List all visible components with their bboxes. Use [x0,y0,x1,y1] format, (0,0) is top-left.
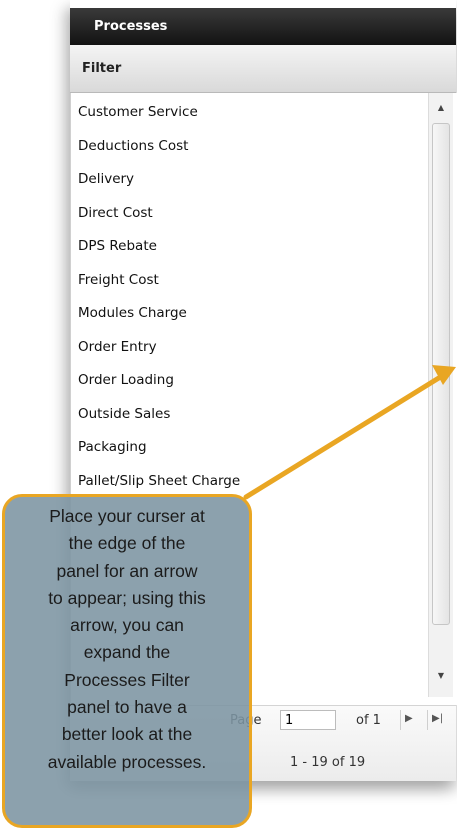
scrollbar-thumb[interactable] [432,123,450,625]
list-item[interactable]: Delivery [78,163,240,197]
list-item[interactable]: Freight Cost [78,264,240,298]
scrollbar[interactable]: ▲ ▼ [428,93,453,697]
callout-line: arrow, you can [70,615,184,636]
pager-divider [400,710,401,730]
instruction-callout: Place your curser at the edge of the pan… [2,494,252,828]
callout-line: available processes. [47,751,207,772]
list-item[interactable]: Order Entry [78,331,240,365]
callout-line: to appear; using this [48,587,206,608]
list-item[interactable]: Packaging [78,431,240,465]
callout-line: Place your curser at [49,506,205,526]
list-item[interactable]: Order Loading [78,364,240,398]
chevron-up-icon[interactable]: ▲ [434,101,448,115]
pager-divider [427,710,428,730]
filter-header[interactable]: Filter [70,45,456,93]
chevron-down-icon[interactable]: ▼ [434,669,448,683]
callout-line: the edge of the [68,533,186,554]
callout-line: panel to have a [67,697,187,718]
list-item[interactable]: Direct Cost [78,197,240,231]
list-item[interactable]: Outside Sales [78,398,240,432]
callout-line: Processes Filter [64,669,190,690]
panel-title: Processes [70,8,456,45]
list-item[interactable]: Deductions Cost [78,130,240,164]
callout-line: expand the [83,642,171,663]
last-page-icon[interactable]: ▶| [432,713,443,724]
process-list: Customer Service Deductions Cost Deliver… [78,96,240,498]
list-item[interactable]: Pallet/Slip Sheet Charge [78,465,240,499]
list-item[interactable]: Customer Service [78,96,240,130]
next-page-icon[interactable]: ▶ [405,713,413,724]
page-count: of 1 [356,713,381,728]
list-item[interactable]: DPS Rebate [78,230,240,264]
display-range: 1 - 19 of 19 [290,755,366,770]
callout-line: panel for an arrow [56,560,198,581]
callout-line: better look at the [61,724,193,745]
page-number-input[interactable] [280,710,336,730]
list-item[interactable]: Modules Charge [78,297,240,331]
